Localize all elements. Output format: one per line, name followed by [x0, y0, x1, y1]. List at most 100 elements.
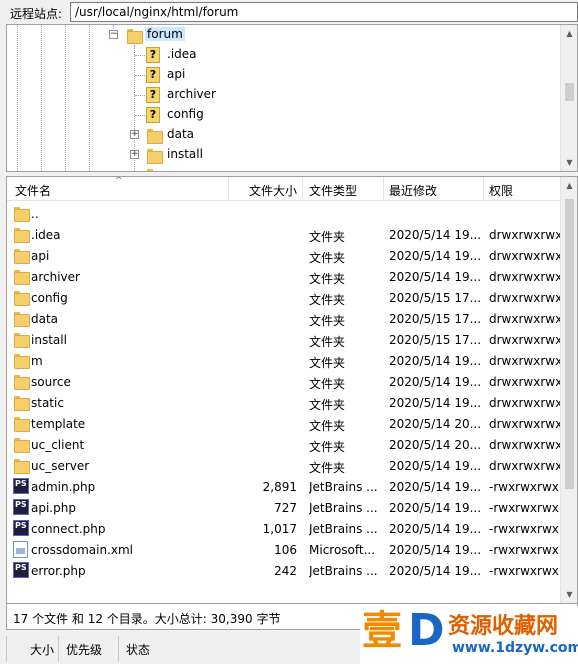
folder-open-icon [126, 28, 143, 44]
table-row[interactable]: PS error.php 242 JetBrains ... 2020/5/14 19.… [7, 560, 562, 581]
file-modified: 2020/5/14 19... [389, 375, 482, 389]
file-size: 242 [274, 564, 297, 578]
table-row[interactable]: .idea 文件夹 2020/5/14 19... drwxrwxrwx [7, 224, 562, 245]
table-row[interactable]: api 文件夹 2020/5/14 19... drwxrwxrwx [7, 245, 562, 266]
table-row[interactable]: PS api.php 727 JetBrains ... 2020/5/14 19...… [7, 497, 562, 518]
column-divider[interactable] [302, 177, 303, 201]
tree-item-label: api [167, 67, 186, 81]
file-modified: 2020/5/14 19... [389, 501, 482, 515]
scroll-thumb[interactable] [565, 199, 574, 489]
column-header-priority[interactable]: 优先级 [66, 641, 102, 658]
table-row[interactable]: crossdomain.xml 106 Microsoft... 2020/5/14 … [7, 539, 562, 560]
file-type: 文件夹 [309, 230, 346, 244]
table-row[interactable]: PS connect.php 1,017 JetBrains ... 2020/5/14… [7, 518, 562, 539]
scroll-thumb[interactable] [565, 83, 574, 101]
scroll-down-icon[interactable]: ▼ [561, 154, 577, 171]
table-row[interactable]: PS admin.php 2,891 JetBrains ... 2020/5/14 1… [7, 476, 562, 497]
remote-file-list[interactable]: ^ 文件名 文件大小 文件类型 最近修改 权限 .. .idea 文件夹 2020/… [6, 176, 578, 604]
file-permissions: drwxrwxrwx [489, 375, 561, 389]
table-row[interactable]: data 文件夹 2020/5/15 17... drwxrwxrwx [7, 308, 562, 329]
file-permissions: drwxrwxrwx [489, 354, 561, 368]
scroll-up-icon[interactable]: ▲ [561, 177, 577, 194]
expand-icon[interactable]: + [130, 150, 139, 159]
watermark-logo: 壹 D 资源收藏网 www.1dzyw.com [360, 606, 578, 664]
tree-item-label: config [167, 107, 204, 121]
file-modified: 2020/5/14 19... [389, 564, 482, 578]
tree-item-partial [7, 165, 563, 171]
column-header-size[interactable]: 大小 [30, 641, 54, 658]
table-row[interactable]: uc_server 文件夹 2020/5/14 19... drwxrwxrwx [7, 455, 562, 476]
file-name: api.php [31, 501, 76, 515]
file-size: 106 [274, 543, 297, 557]
table-row[interactable]: archiver 文件夹 2020/5/14 19... drwxrwxrwx [7, 266, 562, 287]
file-permissions: -rwxrwxrwx [489, 501, 559, 515]
file-type: JetBrains ... [309, 501, 378, 515]
table-row[interactable]: install 文件夹 2020/5/15 17... drwxrwxrwx [7, 329, 562, 350]
tree-item-forum[interactable]: − forum [7, 25, 563, 45]
column-header-name[interactable]: 文件名 [15, 182, 51, 199]
column-header-size[interactable]: 文件大小 [249, 182, 297, 199]
scroll-down-icon[interactable]: ▼ [561, 586, 577, 603]
tree-item-label: install [167, 147, 203, 161]
file-type: JetBrains ... [309, 564, 378, 578]
file-modified: 2020/5/14 19... [389, 480, 482, 494]
file-name: config [31, 291, 68, 305]
scroll-up-icon[interactable]: ▲ [561, 25, 577, 42]
column-divider[interactable] [383, 177, 384, 201]
file-size: 1,017 [262, 522, 297, 536]
tree-scrollbar[interactable]: ▲ ▼ [560, 25, 577, 171]
table-row[interactable]: .. [7, 203, 562, 224]
tree-item-config[interactable]: ? config [7, 105, 563, 125]
tree-item-data[interactable]: + data [7, 125, 563, 145]
file-type: 文件夹 [309, 398, 346, 412]
directory-tree[interactable]: − forum ? .idea ? api ? archiver ? confi… [6, 24, 578, 172]
file-permissions: -rwxrwxrwx [489, 564, 559, 578]
file-modified: 2020/5/14 19... [389, 249, 482, 263]
tree-guide-line [135, 75, 145, 76]
table-row[interactable]: template 文件夹 2020/5/14 20... drwxrwxrwx [7, 413, 562, 434]
column-header-modified[interactable]: 最近修改 [389, 182, 437, 199]
watermark-url: www.1dzyw.com [452, 640, 578, 656]
tree-item-archiver[interactable]: ? archiver [7, 85, 563, 105]
column-divider[interactable] [228, 177, 229, 201]
table-row[interactable]: config 文件夹 2020/5/15 17... drwxrwxrwx [7, 287, 562, 308]
file-type: JetBrains ... [309, 480, 378, 494]
folder-icon [13, 458, 30, 474]
table-row[interactable]: source 文件夹 2020/5/14 19... drwxrwxrwx [7, 371, 562, 392]
table-row[interactable]: static 文件夹 2020/5/14 19... drwxrwxrwx [7, 392, 562, 413]
column-header-type[interactable]: 文件类型 [309, 182, 357, 199]
column-header-status[interactable]: 状态 [126, 641, 150, 658]
file-name: .idea [31, 228, 61, 242]
table-row[interactable]: uc_client 文件夹 2020/5/14 20... drwxrwxrwx [7, 434, 562, 455]
list-scrollbar[interactable]: ▲ ▼ [560, 177, 577, 603]
file-name: source [31, 375, 71, 389]
file-name: error.php [31, 564, 86, 578]
file-modified: 2020/5/14 19... [389, 459, 482, 473]
tree-item-label: archiver [167, 87, 216, 101]
file-name: m [31, 354, 43, 368]
folder-icon [13, 374, 30, 390]
folder-icon [13, 332, 30, 348]
file-permissions: drwxrwxrwx [489, 228, 561, 242]
phpstorm-file-icon: PS [13, 499, 29, 515]
file-type: 文件夹 [309, 356, 346, 370]
file-permissions: -rwxrwxrwx [489, 522, 559, 536]
tree-item-label: forum [145, 27, 185, 41]
folder-icon [13, 206, 30, 222]
file-modified: 2020/5/15 17... [389, 333, 482, 347]
tree-item-install[interactable]: + install [7, 145, 563, 165]
folder-icon [13, 353, 30, 369]
collapse-icon[interactable]: − [109, 30, 118, 39]
table-row[interactable]: m 文件夹 2020/5/14 19... drwxrwxrwx [7, 350, 562, 371]
file-permissions: drwxrwxrwx [489, 312, 561, 326]
file-permissions: drwxrwxrwx [489, 249, 561, 263]
column-divider[interactable] [483, 177, 484, 201]
file-name: template [31, 417, 86, 431]
file-modified: 2020/5/14 20... [389, 417, 482, 431]
column-header-permissions[interactable]: 权限 [489, 182, 513, 199]
tree-item-api[interactable]: ? api [7, 65, 563, 85]
remote-path-input[interactable]: /usr/local/nginx/html/forum [70, 2, 578, 22]
tree-item-idea[interactable]: ? .idea [7, 45, 563, 65]
file-type: 文件夹 [309, 251, 346, 265]
expand-icon[interactable]: + [130, 130, 139, 139]
